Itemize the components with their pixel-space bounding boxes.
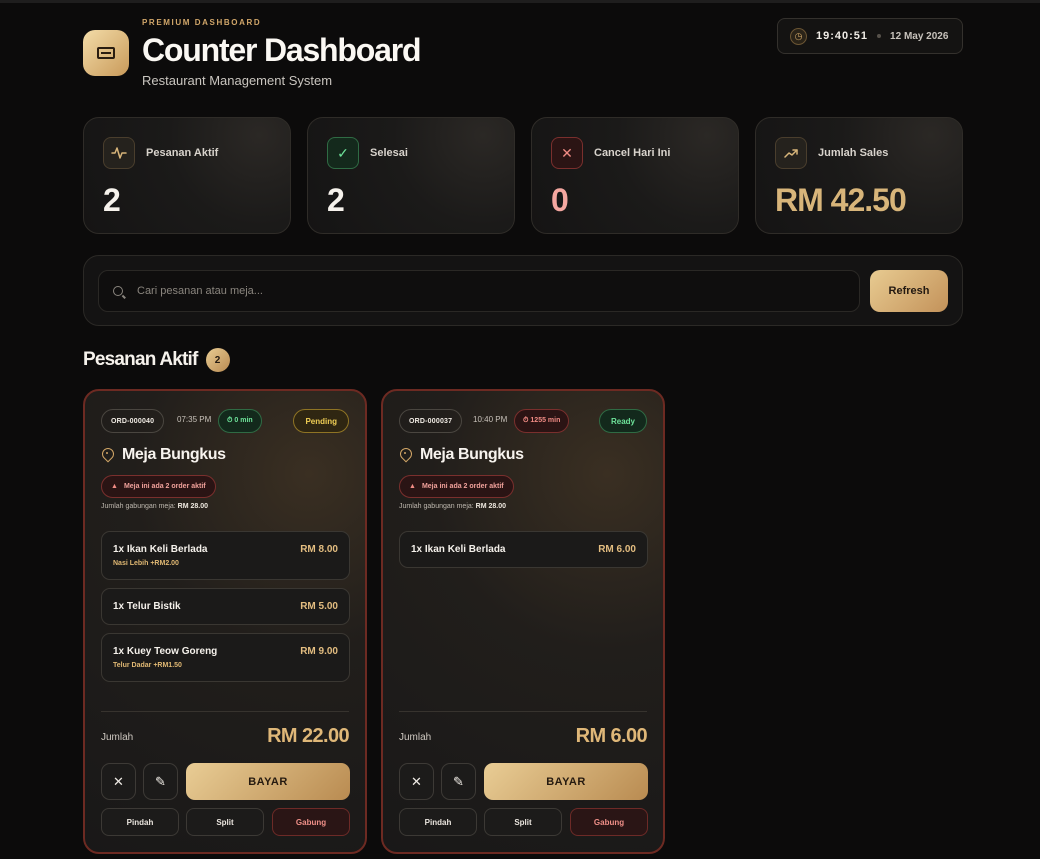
search-icon <box>113 286 123 296</box>
map-pin-icon <box>101 448 113 462</box>
page-subtitle: Restaurant Management System <box>142 73 333 88</box>
pencil-icon: ✎ <box>453 773 464 789</box>
total-label: Jumlah <box>101 732 134 743</box>
order-item: 1x Kuey Teow Goreng RM 9.00 Telur Dadar … <box>101 633 350 682</box>
warning-text: Meja ini ada 2 order aktif <box>421 483 504 490</box>
activity-icon <box>103 137 135 169</box>
cancel-order-button[interactable]: ✕ <box>101 763 136 800</box>
stat-value: RM 42.50 <box>775 182 907 218</box>
stat-value: 2 <box>327 182 345 218</box>
order-items: 1x Ikan Keli Berlada RM 6.00 <box>399 531 648 576</box>
stat-card-cancel: ✕ Cancel Hari Ini 0 <box>531 117 739 234</box>
merge-button[interactable]: Gabung <box>272 808 350 836</box>
pay-button[interactable]: BAYAR <box>186 763 350 800</box>
merge-button[interactable]: Gabung <box>570 808 648 836</box>
table-location: Meja Bungkus <box>101 446 226 464</box>
order-id-badge: ORD-000037 <box>399 409 463 433</box>
order-time: 10:40 PM <box>473 415 508 424</box>
warning-icon: ▲ <box>111 483 118 490</box>
order-item: 1x Ikan Keli Berlada RM 8.00 Nasi Lebih … <box>101 531 350 580</box>
top-divider <box>0 0 1040 3</box>
divider <box>101 711 349 712</box>
section-title: Pesanan Aktif <box>83 349 198 370</box>
combined-value: RM 28.00 <box>177 503 209 510</box>
count-badge: 2 <box>205 348 230 372</box>
item-price: RM 8.00 <box>300 544 338 555</box>
stat-label: Cancel Hari Ini <box>594 147 671 159</box>
timer-badge: ⏱ 1255 min <box>514 409 570 433</box>
edit-order-button[interactable]: ✎ <box>143 763 178 800</box>
section-header: Pesanan Aktif 2 <box>83 348 230 372</box>
combined-label: Jumlah gabungan meja: <box>101 503 176 510</box>
divider <box>399 711 647 712</box>
split-button[interactable]: Split <box>186 808 264 836</box>
search-input[interactable] <box>137 285 817 297</box>
map-pin-icon <box>399 448 411 462</box>
status-badge: Ready <box>598 409 647 433</box>
stat-value: 2 <box>103 182 121 218</box>
search-bar: Refresh <box>83 255 963 326</box>
search-field[interactable] <box>98 270 860 312</box>
clock-date: 12 May 2026 <box>890 30 949 42</box>
item-note: Telur Dadar +RM1.50 <box>113 662 182 669</box>
stat-label: Selesai <box>370 147 408 159</box>
refresh-button[interactable]: Refresh <box>870 270 948 312</box>
x-icon: ✕ <box>551 137 583 169</box>
stats-row: Pesanan Aktif 2 ✓ Selesai 2 ✕ Cancel Har… <box>83 117 963 234</box>
item-price: RM 5.00 <box>300 601 338 612</box>
register-icon <box>83 30 129 76</box>
separator-dot <box>877 34 882 38</box>
table-name: Meja Bungkus <box>122 446 226 463</box>
warning-text: Meja ini ada 2 order aktif <box>123 483 206 490</box>
header-kicker: PREMIUM DASHBOARD <box>142 18 262 27</box>
edit-order-button[interactable]: ✎ <box>441 763 476 800</box>
stat-card-sales: Jumlah Sales RM 42.50 <box>755 117 963 234</box>
total-value: RM 6.00 <box>575 725 648 747</box>
total-label: Jumlah <box>399 732 432 743</box>
item-note: Nasi Lebih +RM2.00 <box>113 560 179 567</box>
warning-icon: ▲ <box>409 483 416 490</box>
trending-up-icon <box>775 137 807 169</box>
stat-card-active: Pesanan Aktif 2 <box>83 117 291 234</box>
order-card[interactable]: ORD-000040 07:35 PM ⏱ 0 min Pending Meja… <box>83 389 367 854</box>
split-button[interactable]: Split <box>484 808 562 836</box>
stat-value: 0 <box>551 182 569 218</box>
order-item: 1x Ikan Keli Berlada RM 6.00 <box>399 531 648 568</box>
timer-badge: ⏱ 0 min <box>218 409 262 433</box>
combined-value: RM 28.00 <box>475 503 507 510</box>
order-id-badge: ORD-000040 <box>101 409 165 433</box>
pay-button[interactable]: BAYAR <box>484 763 648 800</box>
pencil-icon: ✎ <box>155 773 166 789</box>
stat-card-done: ✓ Selesai 2 <box>307 117 515 234</box>
multi-order-warning: ▲ Meja ini ada 2 order aktif <box>101 475 216 498</box>
total-value: RM 22.00 <box>267 725 350 747</box>
move-button[interactable]: Pindah <box>399 808 477 836</box>
order-items: 1x Ikan Keli Berlada RM 8.00 Nasi Lebih … <box>101 531 350 690</box>
check-icon: ✓ <box>327 137 359 169</box>
order-card[interactable]: ORD-000037 10:40 PM ⏱ 1255 min Ready Mej… <box>381 389 665 854</box>
page-title: Counter Dashboard <box>142 32 421 68</box>
move-button[interactable]: Pindah <box>101 808 179 836</box>
close-icon: ✕ <box>411 773 422 789</box>
clock-time: 19:40:51 <box>816 30 869 42</box>
combined-total: Jumlah gabungan meja: RM 28.00 <box>101 503 208 510</box>
table-location: Meja Bungkus <box>399 446 524 464</box>
item-price: RM 6.00 <box>598 544 636 555</box>
stat-label: Jumlah Sales <box>818 147 889 159</box>
header: PREMIUM DASHBOARD Counter Dashboard Rest… <box>83 18 963 90</box>
cancel-order-button[interactable]: ✕ <box>399 763 434 800</box>
clock-widget: ◷ 19:40:51 12 May 2026 <box>777 18 963 54</box>
item-price: RM 9.00 <box>300 646 338 657</box>
combined-total: Jumlah gabungan meja: RM 28.00 <box>399 503 506 510</box>
close-icon: ✕ <box>113 773 124 789</box>
combined-label: Jumlah gabungan meja: <box>399 503 474 510</box>
order-item: 1x Telur Bistik RM 5.00 <box>101 588 350 625</box>
table-name: Meja Bungkus <box>420 446 524 463</box>
stat-label: Pesanan Aktif <box>146 147 219 159</box>
multi-order-warning: ▲ Meja ini ada 2 order aktif <box>399 475 514 498</box>
clock-icon: ◷ <box>790 27 807 45</box>
status-badge: Pending <box>293 409 349 433</box>
order-time: 07:35 PM <box>177 415 212 424</box>
